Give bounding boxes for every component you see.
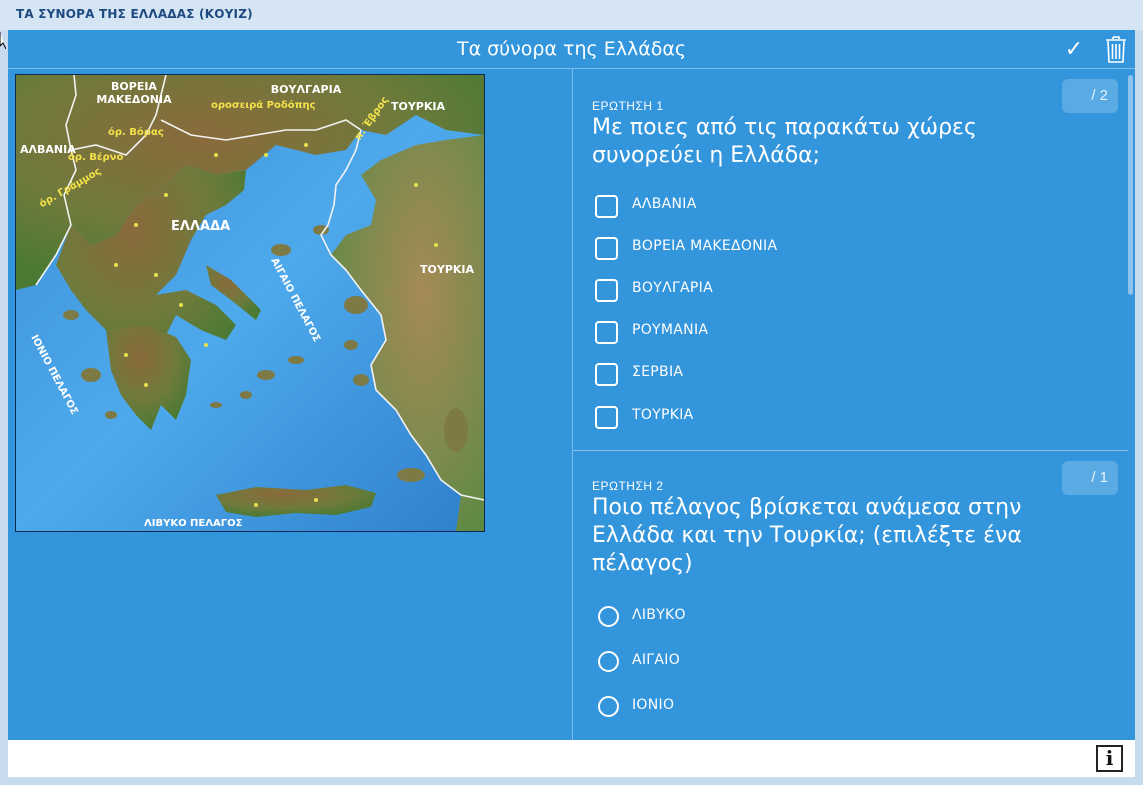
radio-button[interactable] [598,696,619,717]
q1-option-label: ΣΕΡΒΙΑ [632,364,684,380]
quiz-title: Τα σύνορα της Ελλάδας [456,38,687,60]
info-button[interactable]: i [1096,745,1123,772]
checkbox[interactable] [595,237,618,260]
checkbox[interactable] [595,195,618,218]
info-icon: i [1105,746,1114,770]
q1-option-label: ΡΟΥΜΑΝΙΑ [632,322,709,338]
greece-map-image: ΒΟΡΕΙΑ ΜΑΚΕΔΟΝΙΑ ΒΟΥΛΓΑΡΙΑ ΤΟΥΡΚΙΑ ΑΛΒΑΝ… [15,74,485,532]
checkbox[interactable] [595,321,618,344]
map-label-turkey-e: ΤΟΥΡΚΙΑ [420,263,474,276]
q1-option-romania[interactable]: ΡΟΥΜΑΝΙΑ [595,318,995,348]
mouse-cursor-icon [0,32,6,50]
q2-option-ionian[interactable]: ΙΟΝΙΟ [595,693,995,723]
question-1: / 2 ΕΡΩΤΗΣΗ 1 Με ποιες από τις παρακάτω … [573,69,1128,451]
question-2-number: ΕΡΩΤΗΣΗ 2 [592,479,664,493]
quiz-header: Τα σύνορα της Ελλάδας ✓ [8,30,1135,69]
check-answers-button[interactable]: ✓ [1062,36,1086,62]
question-2-score: / 1 [1062,461,1118,495]
window-titlebar: ΤΑ ΣΥΝΟΡΑ ΤΗΣ ΕΛΛΑΔΑΣ (ΚΟΥΙΖ) [0,0,1143,30]
check-icon: ✓ [1064,36,1084,61]
questions-panel[interactable]: / 2 ΕΡΩΤΗΣΗ 1 Με ποιες από τις παρακάτω … [573,69,1129,740]
quiz-footer: i [8,740,1135,777]
map-label-north-macedonia-line1: ΒΟΡΕΙΑ [111,80,157,93]
trash-icon [1106,36,1126,63]
q2-option-label: ΑΙΓΑΙΟ [632,652,681,668]
q1-option-label: ΒΟΥΛΓΑΡΙΑ [632,280,713,296]
question-2: / 1 ΕΡΩΤΗΣΗ 2 Ποιο πέλαγος βρίσκεται ανά… [573,451,1128,740]
q1-option-label: ΑΛΒΑΝΙΑ [632,196,697,212]
map-label-libyan: ΛΙΒΥΚΟ ΠΕΛΑΓΟΣ [144,518,243,529]
q2-option-libyan[interactable]: ΛΙΒΥΚΟ [595,603,995,633]
delete-button[interactable] [1104,34,1128,64]
question-1-text: Με ποιες από τις παρακάτω χώρες συνορεύε… [592,115,977,168]
questions-scrollbar[interactable] [1126,69,1135,740]
q2-option-aegean[interactable]: ΑΙΓΑΙΟ [595,648,995,678]
checkbox[interactable] [595,406,618,429]
checkbox[interactable] [595,279,618,302]
q1-option-north-macedonia[interactable]: ΒΟΡΕΙΑ ΜΑΚΕΔΟΝΙΑ [595,234,995,264]
window-title: ΤΑ ΣΥΝΟΡΑ ΤΗΣ ΕΛΛΑΔΑΣ (ΚΟΥΙΖ) [16,7,253,21]
map-label-greece: ΕΛΛΑΔΑ [171,219,230,234]
question-2-text: Ποιο πέλαγος βρίσκεται ανάμεσα στην Ελλά… [592,495,1022,576]
map-label-north-macedonia-line2: ΜΑΚΕΔΟΝΙΑ [96,93,172,106]
map-label-verno: όρ. Βέρνο [68,151,123,163]
q1-option-label: ΒΟΡΕΙΑ ΜΑΚΕΔΟΝΙΑ [632,238,778,254]
map-panel: ΒΟΡΕΙΑ ΜΑΚΕΔΟΝΙΑ ΒΟΥΛΓΑΡΙΑ ΤΟΥΡΚΙΑ ΑΛΒΑΝ… [8,69,572,740]
question-1-score: / 2 [1062,79,1118,113]
question-1-number: ΕΡΩΤΗΣΗ 1 [592,99,664,113]
q1-option-serbia[interactable]: ΣΕΡΒΙΑ [595,360,995,390]
q1-option-albania[interactable]: ΑΛΒΑΝΙΑ [595,192,995,222]
quiz-frame: Τα σύνορα της Ελλάδας ✓ ΒΟΡΕΙΑ ΜΑΚΕΔΟΝΙΑ… [8,30,1135,777]
q1-option-label: ΤΟΥΡΚΙΑ [632,407,694,423]
radio-button[interactable] [598,651,619,672]
map-label-turkey-ne: ΤΟΥΡΚΙΑ [391,100,445,113]
q1-option-bulgaria[interactable]: ΒΟΥΛΓΑΡΙΑ [595,276,995,306]
q1-option-turkey[interactable]: ΤΟΥΡΚΙΑ [595,403,995,433]
q2-option-label: ΛΙΒΥΚΟ [632,607,686,623]
map-label-voras: όρ. Βόρας [108,126,164,138]
q2-option-label: ΙΟΝΙΟ [632,697,675,713]
radio-button[interactable] [598,606,619,627]
map-label-rhodope: οροσειρά Ροδόπης [211,99,316,111]
checkbox[interactable] [595,363,618,386]
greece-map-svg: ΒΟΡΕΙΑ ΜΑΚΕΔΟΝΙΑ ΒΟΥΛΓΑΡΙΑ ΤΟΥΡΚΙΑ ΑΛΒΑΝ… [16,75,484,531]
scrollbar-thumb[interactable] [1128,75,1133,295]
map-label-bulgaria: ΒΟΥΛΓΑΡΙΑ [271,83,342,96]
